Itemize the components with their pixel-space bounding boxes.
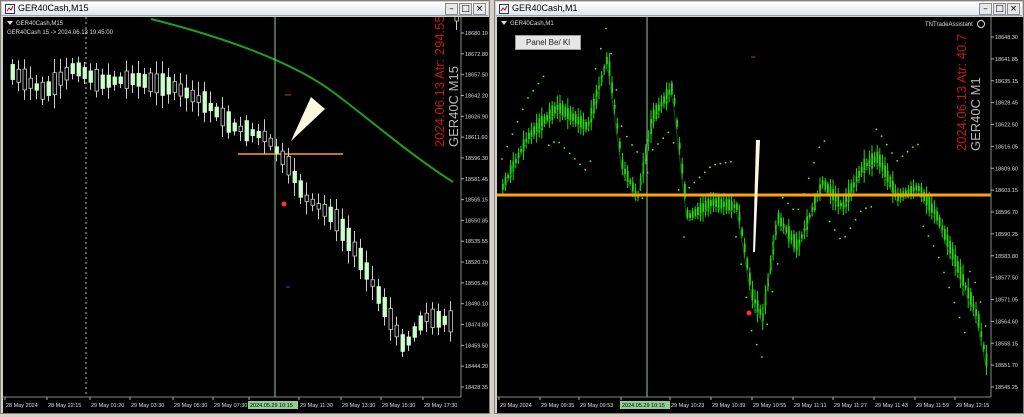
time-tick-label: 29 May 13:30 — [342, 403, 375, 409]
time-tick-label: 29 May 11:27 — [834, 403, 867, 409]
price-chart-m15[interactable]: GER40Cash,M15 GER40Cash 15 -> 2024.06.13… — [3, 4, 489, 413]
chart-symbol-label: GER40Cash,M15 — [16, 21, 64, 27]
time-tick-label: 2024.05.29 10:15 — [622, 403, 665, 409]
signal-wedge — [291, 97, 325, 141]
price-tick-label: 18564.60 — [995, 319, 1018, 325]
maximize-icon[interactable]: □ — [459, 3, 472, 15]
time-tick-label: 29 May 09:53 — [580, 403, 613, 409]
time-tick-label: 29 May 05:30 — [174, 403, 207, 409]
price-tick-label: 18444.20 — [465, 364, 488, 370]
price-tick-label: 18490.10 — [465, 302, 488, 308]
price-chart-m1[interactable]: GER40Cash,M1 TNTradeAssistant 2024.06.13… — [497, 17, 1023, 413]
indicator-label: TNTradeAssistant — [925, 22, 973, 28]
window-titlebar[interactable]: GER40Cash,M15 – □ × — [2, 2, 488, 16]
price-tick-label: 18581.45 — [465, 177, 488, 183]
chart-canvas-m1[interactable]: GER40Cash,M1 TNTradeAssistant 2024.06.13… — [497, 17, 1023, 413]
price-tick-label: 18590.25 — [995, 232, 1018, 238]
time-tick-label: 29 May 11:43 — [875, 403, 908, 409]
time-axis-m15[interactable]: 28 May 2024 28 May 22:15 29 May 01:20 29 Ma… — [4, 397, 457, 409]
candles-m1 — [501, 52, 988, 376]
close-icon[interactable]: × — [473, 3, 486, 15]
chart-canvas-m15[interactable]: GER40Cash,M15 GER40Cash 15 -> 2024.06.13… — [3, 4, 489, 413]
price-tick-label: 18535.55 — [465, 239, 488, 245]
time-tick-label: 29 May 10:23 — [671, 403, 704, 409]
entry-dot — [746, 310, 752, 316]
price-tick-label: 18571.05 — [995, 298, 1018, 304]
price-tick-label: 18550.85 — [465, 218, 488, 224]
price-tick-label: 18596.70 — [995, 210, 1018, 216]
price-tick-label: 18641.85 — [995, 57, 1018, 63]
price-tick-label: 18657.50 — [465, 73, 488, 79]
time-tick-label: 29 May 2024 — [500, 403, 532, 409]
price-tick-label: 18611.60 — [465, 135, 488, 141]
price-tick-label: 18626.90 — [465, 114, 488, 120]
chart-window-icon — [5, 4, 15, 14]
time-tick-label: 29 May 11:30 — [300, 403, 333, 409]
symbol-overlay-text: GER40C M1 — [968, 77, 983, 151]
price-tick-label: 18558.15 — [995, 341, 1018, 347]
minimize-icon[interactable]: – — [979, 3, 992, 15]
chart-window-m15[interactable]: GER40Cash,M15 – □ × GER40Cash,M15 GER40C… — [0, 0, 490, 414]
price-tick-label: 18520.70 — [465, 260, 488, 266]
time-tick-label: 2024.05.29 10:15 — [250, 403, 293, 409]
price-tick-label: 18551.70 — [995, 363, 1018, 369]
price-tick-label: 18545.25 — [995, 385, 1018, 391]
price-tick-label: 18474.80 — [465, 323, 488, 329]
close-icon[interactable]: × — [1007, 3, 1020, 15]
price-tick-label: 18672.80 — [465, 52, 488, 58]
time-tick-label: 29 May 15:30 — [382, 403, 415, 409]
atr-overlay-text: 2024.06.13 Atr: 40.7 — [954, 34, 969, 151]
atr-overlay-text: 2024.06.13 Atr: 294.55 — [432, 17, 447, 147]
time-tick-label: 29 May 10:55 — [753, 403, 786, 409]
price-tick-label: 18628.45 — [995, 101, 1018, 107]
candles-m15 — [10, 4, 459, 357]
price-tick-label: 18648.30 — [995, 35, 1018, 41]
price-tick-label: 18583.80 — [995, 254, 1018, 260]
chart-window-m1[interactable]: GER40Cash,M1 – □ × GER40Cash,M1 TNTradeA… — [494, 0, 1024, 414]
price-tick-label: 18428.35 — [465, 385, 488, 391]
time-tick-label: 29 May 11:59 — [916, 403, 949, 409]
time-tick-label: 28 May 22:15 — [48, 403, 81, 409]
price-tick-label: 18635.15 — [995, 79, 1018, 85]
time-tick-label: 29 May 03:30 — [131, 403, 164, 409]
panel-button[interactable]: Panel Be/ Kl — [515, 35, 581, 50]
chart-symbol-triangle-icon — [7, 21, 13, 25]
time-tick-label: 29 May 01:20 — [91, 403, 124, 409]
window-titlebar[interactable]: GER40Cash,M1 – □ × — [496, 2, 1022, 16]
time-axis-m1[interactable]: 29 May 2024 29 May 09:35 29 May 09:53 2024.… — [498, 397, 989, 409]
price-tick-label: 18603.15 — [995, 188, 1018, 194]
time-tick-label: 29 May 17:30 — [424, 403, 457, 409]
price-tick-label: 18566.15 — [465, 198, 488, 204]
chart-window-icon — [499, 4, 509, 14]
time-tick-label: 29 May 12:15 — [956, 403, 989, 409]
time-tick-label: 29 May 09:35 — [541, 403, 574, 409]
entry-dot — [281, 201, 287, 207]
time-tick-label: 28 May 2024 — [6, 403, 38, 409]
price-tick-label: 18680.10 — [465, 31, 488, 37]
window-title: GER40Cash,M1 — [512, 3, 578, 13]
time-tick-label: 29 May 11:11 — [794, 403, 827, 409]
moving-average-line — [150, 18, 454, 183]
window-title: GER40Cash,M15 — [18, 3, 89, 13]
price-tick-label: 18596.30 — [465, 156, 488, 162]
maximize-icon[interactable]: □ — [993, 3, 1006, 15]
price-tick-label: 18609.60 — [995, 166, 1018, 172]
price-tick-label: 18616.05 — [995, 144, 1018, 150]
price-tick-label: 18622.50 — [995, 123, 1018, 129]
price-tick-label: 18459.50 — [465, 343, 488, 349]
chart-info-label: GER40Cash 15 -> 2024.06.13 19:45:00 — [7, 30, 114, 36]
minimize-icon[interactable]: – — [445, 3, 458, 15]
time-tick-label: 29 May 07:30 — [214, 403, 247, 409]
symbol-overlay-text: GER40C M15 — [446, 66, 461, 147]
time-tick-label: 29 May 10:39 — [712, 403, 745, 409]
price-tick-label: 18505.40 — [465, 281, 488, 287]
price-tick-label: 18642.20 — [465, 93, 488, 99]
price-tick-label: 18577.50 — [995, 276, 1018, 282]
chart-symbol-triangle-icon — [501, 21, 507, 25]
indicator-settings-icon[interactable] — [977, 20, 985, 28]
chart-symbol-label: GER40Cash,M1 — [510, 21, 554, 27]
